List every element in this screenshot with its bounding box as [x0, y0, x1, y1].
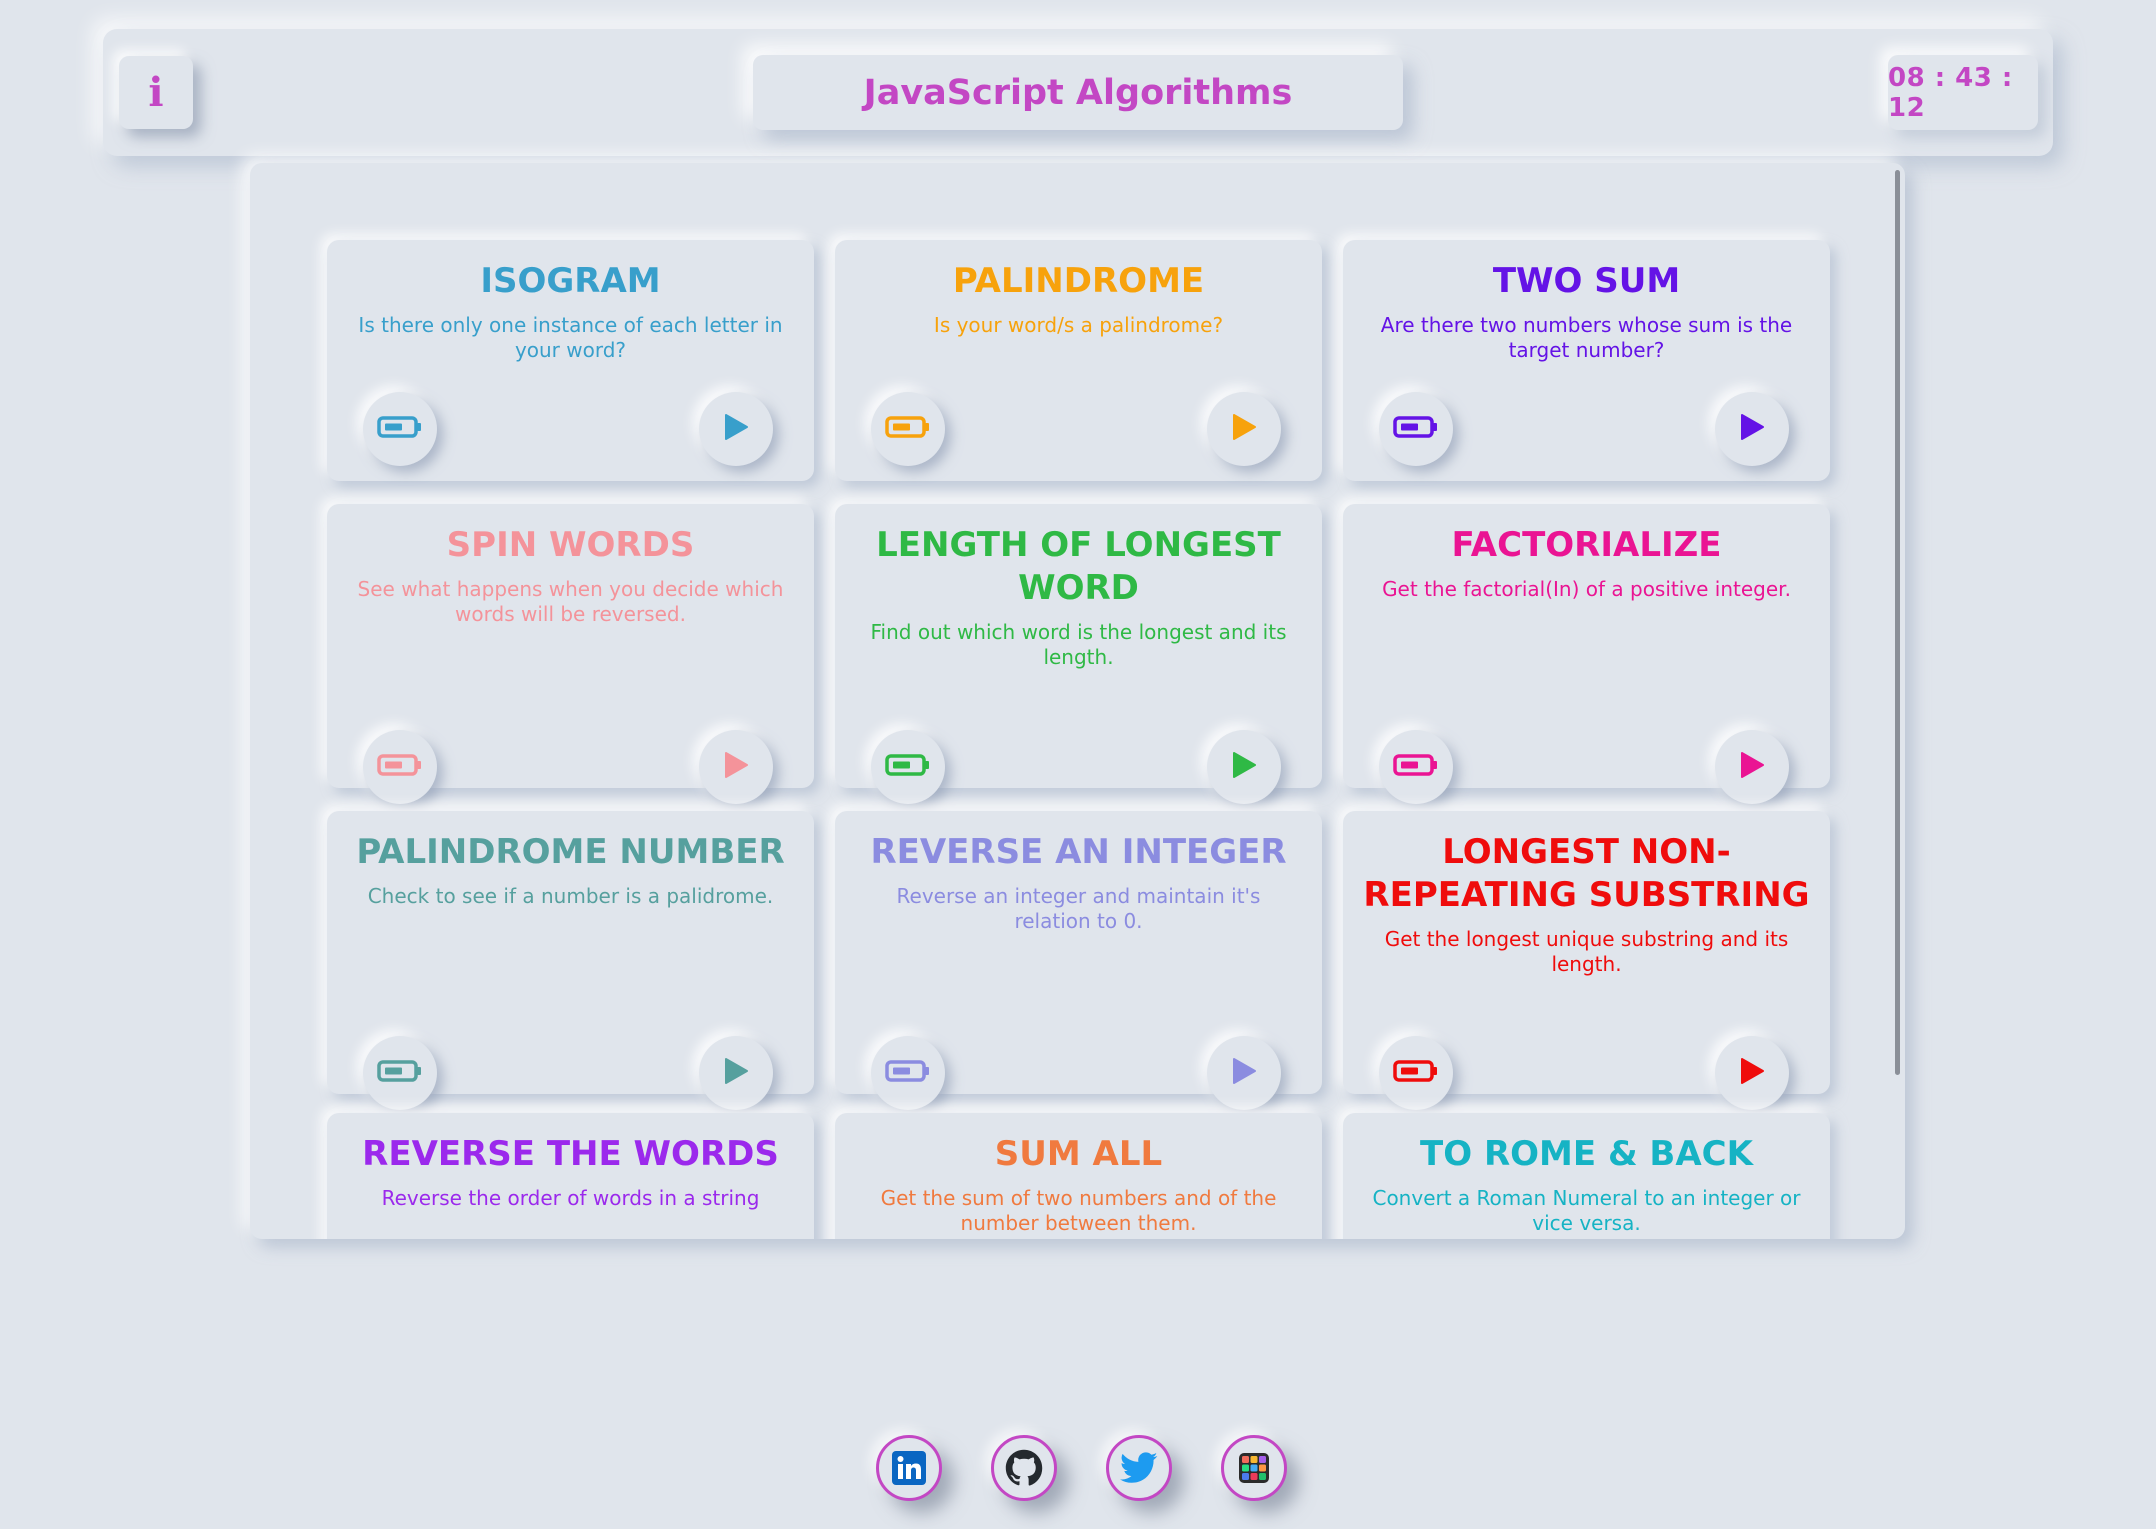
card-title: PALINDROME: [952, 261, 1205, 301]
linkedin-icon: [891, 1450, 927, 1486]
card-description: Convert a Roman Numeral to an integer or…: [1372, 1186, 1801, 1235]
card-title: TWO SUM: [1492, 261, 1681, 301]
algorithm-card-spin-words: SPIN WORDS See what happens when you deci…: [327, 504, 814, 804]
battery-button[interactable]: [363, 392, 437, 466]
battery-button[interactable]: [871, 392, 945, 466]
card-title: REVERSE THE WORDS: [362, 1134, 779, 1174]
play-button[interactable]: [699, 392, 773, 466]
info-button[interactable]: i: [119, 56, 193, 129]
play-icon: [1230, 1056, 1258, 1090]
algorithm-card-palindrome: PALINDROME Is your word/s a palindrome?: [835, 240, 1322, 481]
card-description: Is your word/s a palindrome?: [933, 313, 1224, 337]
algorithm-card-reverse-the-words: REVERSE THE WORDS Reverse the order of wo…: [327, 1113, 814, 1239]
clock-box: 08 : 43 : 12: [1888, 55, 2038, 130]
battery-icon: [1393, 1059, 1439, 1087]
algorithm-card-two-sum: TWO SUM Are there two numbers whose sum i…: [1343, 240, 1830, 481]
card-description: Check to see if a number is a palidrome.: [367, 884, 774, 908]
info-icon: i: [148, 69, 164, 116]
battery-icon: [885, 415, 931, 443]
card-title: FACTORIALIZE: [1451, 525, 1722, 565]
card-title: REVERSE AN INTEGER: [870, 832, 1287, 872]
card-title: LENGTH OF LONGEST WORD: [876, 525, 1281, 608]
play-icon: [1230, 750, 1258, 784]
play-icon: [722, 1056, 750, 1090]
algorithm-card-reverse-an-integer: REVERSE AN INTEGER Reverse an integer and…: [835, 811, 1322, 1110]
card-description: See what happens when you decide which w…: [357, 577, 784, 626]
card-description: Reverse an integer and maintain it's rel…: [896, 884, 1261, 933]
play-button[interactable]: [1715, 1036, 1789, 1110]
card-description: Reverse the order of words in a string: [381, 1186, 760, 1210]
card-description: Find out which word is the longest and i…: [870, 620, 1287, 669]
card-description: Are there two numbers whose sum is the t…: [1380, 313, 1793, 362]
github-icon: [1005, 1449, 1043, 1487]
play-icon: [722, 412, 750, 446]
play-button[interactable]: [1207, 730, 1281, 804]
page-title: JavaScript Algorithms: [863, 72, 1293, 113]
twitter-link[interactable]: [1106, 1435, 1172, 1501]
algorithm-card-palindrome-number: PALINDROME NUMBER Check to see if a numbe…: [327, 811, 814, 1110]
algorithm-card-factorialize: FACTORIALIZE Get the factorial(In) of a p…: [1343, 504, 1830, 804]
play-icon: [1738, 412, 1766, 446]
twitter-icon: [1120, 1451, 1158, 1485]
battery-button[interactable]: [871, 1036, 945, 1110]
play-button[interactable]: [1207, 392, 1281, 466]
card-title: LONGEST NON-REPEATING SUBSTRING: [1363, 832, 1810, 915]
battery-icon: [885, 753, 931, 781]
portfolio-icon: [1236, 1450, 1272, 1486]
clock-text: 08 : 43 : 12: [1888, 62, 2013, 123]
battery-button[interactable]: [1379, 392, 1453, 466]
card-title: SPIN WORDS: [446, 525, 695, 565]
play-icon: [1738, 750, 1766, 784]
battery-icon: [1393, 753, 1439, 781]
linkedin-link[interactable]: [876, 1435, 942, 1501]
card-title: PALINDROME NUMBER: [356, 832, 785, 872]
card-title: SUM ALL: [994, 1134, 1163, 1174]
battery-button[interactable]: [363, 1036, 437, 1110]
battery-icon: [885, 1059, 931, 1087]
play-icon: [1230, 412, 1258, 446]
battery-icon: [377, 415, 423, 443]
algorithm-card-isogram: ISOGRAM Is there only one instance of eac…: [327, 240, 814, 481]
battery-icon: [377, 753, 423, 781]
algorithms-panel: ISOGRAM Is there only one instance of eac…: [250, 163, 1905, 1239]
card-description: Get the longest unique substring and its…: [1384, 927, 1789, 976]
play-button[interactable]: [699, 730, 773, 804]
card-title: TO ROME & BACK: [1420, 1134, 1753, 1174]
scrollbar[interactable]: [1895, 170, 1900, 1075]
battery-button[interactable]: [871, 730, 945, 804]
battery-button[interactable]: [363, 730, 437, 804]
algorithm-card-length-of-longest-word: LENGTH OF LONGEST WORD Find out which wor…: [835, 504, 1322, 804]
play-button[interactable]: [1715, 730, 1789, 804]
play-button[interactable]: [1207, 1036, 1281, 1110]
portfolio-link[interactable]: [1221, 1435, 1287, 1501]
play-icon: [1738, 1056, 1766, 1090]
algorithm-card-to-rome-back: TO ROME & BACK Convert a Roman Numeral to…: [1343, 1113, 1830, 1239]
card-title: ISOGRAM: [480, 261, 661, 301]
play-icon: [722, 750, 750, 784]
card-description: Get the factorial(In) of a positive inte…: [1382, 577, 1791, 601]
play-button[interactable]: [699, 1036, 773, 1110]
card-description: Is there only one instance of each lette…: [358, 313, 783, 362]
battery-button[interactable]: [1379, 1036, 1453, 1110]
algorithm-card-sum-all: SUM ALL Get the sum of two numbers and of…: [835, 1113, 1322, 1239]
algorithm-card-longest-non-repeating-substring: LONGEST NON-REPEATING SUBSTRING Get the l…: [1343, 811, 1830, 1110]
battery-icon: [377, 1059, 423, 1087]
battery-button[interactable]: [1379, 730, 1453, 804]
card-description: Get the sum of two numbers and of the nu…: [880, 1186, 1277, 1235]
page-title-box: JavaScript Algorithms: [753, 55, 1403, 130]
github-link[interactable]: [991, 1435, 1057, 1501]
play-button[interactable]: [1715, 392, 1789, 466]
battery-icon: [1393, 415, 1439, 443]
